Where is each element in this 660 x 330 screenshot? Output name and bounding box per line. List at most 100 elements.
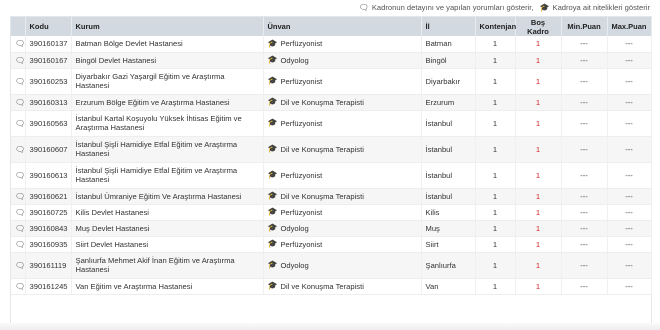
max-puan-cell: --- (607, 36, 652, 53)
graduation-cap-icon[interactable]: 🎓 (268, 282, 278, 290)
table-row[interactable]: 🗨 390160253 Diyarbakır Gazi Yaşargil Eğiti… (11, 68, 652, 95)
unvan-label: Perfüzyonist (280, 207, 323, 217)
detail-toggle[interactable]: 🗨 (11, 136, 26, 163)
unvan-cell[interactable]: 🎓 Dil ve Konuşma Terapisti (263, 278, 422, 295)
qualification-legend-label: Kadroya ait nitelikleri gösterir (552, 3, 651, 12)
il-cell: İstanbul (421, 162, 476, 189)
table-row[interactable]: 🗨 390160137 Batman Bölge Devlet Hastanesi 🎓… (11, 36, 652, 53)
detail-toggle[interactable]: 🗨 (11, 278, 26, 295)
min-puan-cell: --- (561, 136, 608, 163)
max-puan-cell: --- (607, 68, 652, 95)
detail-toggle[interactable]: 🗨 (11, 188, 26, 205)
unvan-cell[interactable]: 🎓 Perfüzyonist (263, 204, 422, 221)
header-kontenjan[interactable]: Kontenjan (475, 17, 516, 36)
unvan-label: Perfüzyonist (280, 118, 323, 128)
header-unvan[interactable]: Ünvan (263, 17, 422, 36)
comments-icon[interactable]: 🗨 (15, 224, 25, 233)
max-puan-cell: --- (607, 136, 652, 163)
kontenjan-cell: 1 (475, 52, 516, 69)
detail-toggle[interactable]: 🗨 (11, 162, 26, 189)
detail-toggle[interactable]: 🗨 (11, 204, 26, 221)
table-row[interactable]: 🗨 390160935 Siirt Devlet Hastanesi 🎓 Perfüzy… (11, 236, 652, 253)
unvan-cell[interactable]: 🎓 Perfüzyonist (263, 110, 422, 137)
graduation-cap-icon[interactable]: 🎓 (268, 261, 278, 269)
graduation-cap-icon[interactable]: 🎓 (268, 145, 278, 153)
header-bos-kadro[interactable]: Boş Kadro (515, 17, 562, 36)
graduation-cap-icon[interactable]: 🎓 (268, 192, 278, 200)
unvan-cell[interactable]: 🎓 Dil ve Konuşma Terapisti (263, 188, 422, 205)
comments-icon[interactable]: 🗨 (15, 40, 25, 48)
graduation-cap-icon[interactable]: 🎓 (268, 56, 278, 64)
table-row[interactable]: 🗨 390160843 Muş Devlet Hastanesi 🎓 Odyolog Mu… (11, 220, 652, 237)
table-row[interactable]: 🗨 390160167 Bingöl Devlet Hastanesi 🎓 Odyolo… (11, 52, 652, 69)
comments-icon[interactable]: 🗨 (15, 261, 25, 270)
graduation-cap-icon[interactable]: 🎓 (268, 208, 278, 216)
table-row[interactable]: 🗨 390160607 İstanbul Şişli Hamidiye Etfal … (11, 136, 652, 163)
detail-toggle[interactable]: 🗨 (11, 252, 26, 279)
kurum-cell: Bingöl Devlet Hastanesi (71, 52, 264, 69)
header-max-puan[interactable]: Max.Puan (607, 17, 652, 36)
kontenjan-cell: 1 (475, 204, 516, 221)
detail-legend-label: Kadronun detayını ve yapılan yorumları g… (371, 3, 534, 12)
unvan-label: Dil ve Konuşma Terapisti (280, 281, 364, 291)
header-kodu[interactable]: Kodu (25, 17, 72, 36)
table-row[interactable]: 🗨 390160621 İstanbul Ümraniye Eğitim Ve Ar… (11, 188, 652, 205)
comments-icon[interactable]: 🗨 (15, 208, 25, 217)
kurum-cell: İstanbul Kartal Koşuyolu Yüksek İhtisas … (71, 110, 264, 137)
comments-icon[interactable]: 🗨 (15, 98, 25, 107)
graduation-cap-icon[interactable]: 🎓 (268, 240, 278, 248)
detail-toggle[interactable]: 🗨 (11, 110, 26, 137)
kontenjan-cell: 1 (475, 94, 516, 111)
detail-toggle[interactable]: 🗨 (11, 220, 26, 237)
detail-toggle[interactable]: 🗨 (11, 94, 26, 111)
unvan-cell[interactable]: 🎓 Perfüzyonist (263, 68, 422, 95)
il-cell: Siirt (421, 236, 476, 253)
comments-icon[interactable]: 🗨 (15, 145, 25, 154)
unvan-cell[interactable]: 🎓 Perfüzyonist (263, 36, 422, 53)
detail-toggle[interactable]: 🗨 (11, 36, 26, 53)
kontenjan-cell: 1 (475, 220, 516, 237)
min-puan-cell: --- (561, 188, 608, 205)
detail-toggle[interactable]: 🗨 (11, 68, 26, 95)
unvan-cell[interactable]: 🎓 Odyolog (263, 252, 422, 279)
kontenjan-cell: 1 (475, 188, 516, 205)
comments-icon[interactable]: 🗨 (15, 119, 25, 128)
table-row[interactable]: 🗨 390160563 İstanbul Kartal Koşuyolu Yükse… (11, 110, 652, 137)
header-kurum[interactable]: Kurum (71, 17, 264, 36)
graduation-cap-icon[interactable]: 🎓 (268, 119, 278, 127)
table-row[interactable]: 🗨 390160313 Erzurum Bölge Eğitim ve Araştı… (11, 94, 652, 111)
comments-icon[interactable]: 🗨 (15, 282, 25, 291)
kodu-cell: 390160607 (25, 136, 72, 163)
graduation-cap-icon[interactable]: 🎓 (268, 39, 278, 48)
comments-icon[interactable]: 🗨 (15, 171, 25, 180)
detail-toggle[interactable]: 🗨 (11, 52, 26, 69)
unvan-label: Dil ve Konuşma Terapisti (280, 144, 364, 154)
table-row[interactable]: 🗨 390161245 Van Eğitim ve Araştırma Hastan… (11, 278, 652, 295)
graduation-cap-icon[interactable]: 🎓 (268, 224, 278, 232)
max-puan-cell: --- (607, 94, 652, 111)
comments-icon[interactable]: 🗨 (15, 56, 25, 65)
min-puan-cell: --- (561, 94, 608, 111)
graduation-cap-icon[interactable]: 🎓 (268, 98, 278, 106)
il-cell: Bingöl (421, 52, 476, 69)
comments-icon[interactable]: 🗨 (15, 77, 25, 86)
table-row[interactable]: 🗨 390160725 Kilis Devlet Hastanesi 🎓 Perfüzy… (11, 204, 652, 221)
table-row[interactable]: 🗨 390160613 İstanbul Şişli Hamidiye Etfal … (11, 162, 652, 189)
graduation-cap-icon[interactable]: 🎓 (268, 77, 278, 85)
unvan-cell[interactable]: 🎓 Odyolog (263, 52, 422, 69)
max-puan-cell: --- (607, 220, 652, 237)
graduation-cap-icon[interactable]: 🎓 (268, 171, 278, 179)
comments-icon[interactable]: 🗨 (15, 240, 25, 249)
unvan-cell[interactable]: 🎓 Perfüzyonist (263, 236, 422, 253)
unvan-cell[interactable]: 🎓 Dil ve Konuşma Terapisti (263, 94, 422, 111)
detail-toggle[interactable]: 🗨 (11, 236, 26, 253)
header-il[interactable]: İl (421, 17, 476, 36)
header-min-puan[interactable]: Min.Puan (561, 17, 608, 36)
unvan-cell[interactable]: 🎓 Dil ve Konuşma Terapisti (263, 136, 422, 163)
unvan-cell[interactable]: 🎓 Odyolog (263, 220, 422, 237)
unvan-cell[interactable]: 🎓 Perfüzyonist (263, 162, 422, 189)
comments-icon[interactable]: 🗨 (15, 192, 25, 201)
table-row[interactable]: 🗨 390161119 Şanlıurfa Mehmet Akif İnan Eği… (11, 252, 652, 279)
il-cell: İstanbul (421, 188, 476, 205)
bos-kadro-cell: 1 (515, 52, 562, 69)
